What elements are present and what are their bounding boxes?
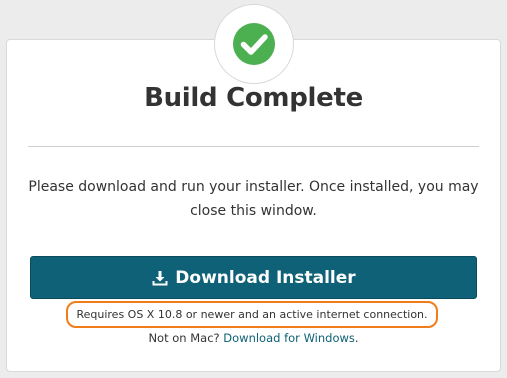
alternate-suffix: .: [354, 331, 359, 345]
download-installer-button[interactable]: Download Installer: [30, 256, 477, 299]
page-title: Build Complete: [144, 83, 363, 113]
not-on-mac-text: Not on Mac?: [148, 331, 220, 345]
download-icon: [151, 269, 169, 287]
download-button-label: Download Installer: [175, 267, 356, 288]
requirements-note: Requires OS X 10.8 or newer and an activ…: [66, 301, 438, 328]
status-badge: [214, 4, 294, 84]
instructions-text: Please download and run your installer. …: [28, 179, 479, 219]
alternate-download-line: Not on Mac? Download for Windows.: [0, 331, 507, 345]
build-complete-page: Build Complete Please download and run y…: [0, 0, 507, 378]
check-circle-icon: [233, 23, 275, 65]
download-for-windows-link[interactable]: Download for Windows: [223, 331, 355, 345]
divider: [28, 146, 479, 147]
requirements-text: Requires OS X 10.8 or newer and an activ…: [76, 308, 428, 321]
